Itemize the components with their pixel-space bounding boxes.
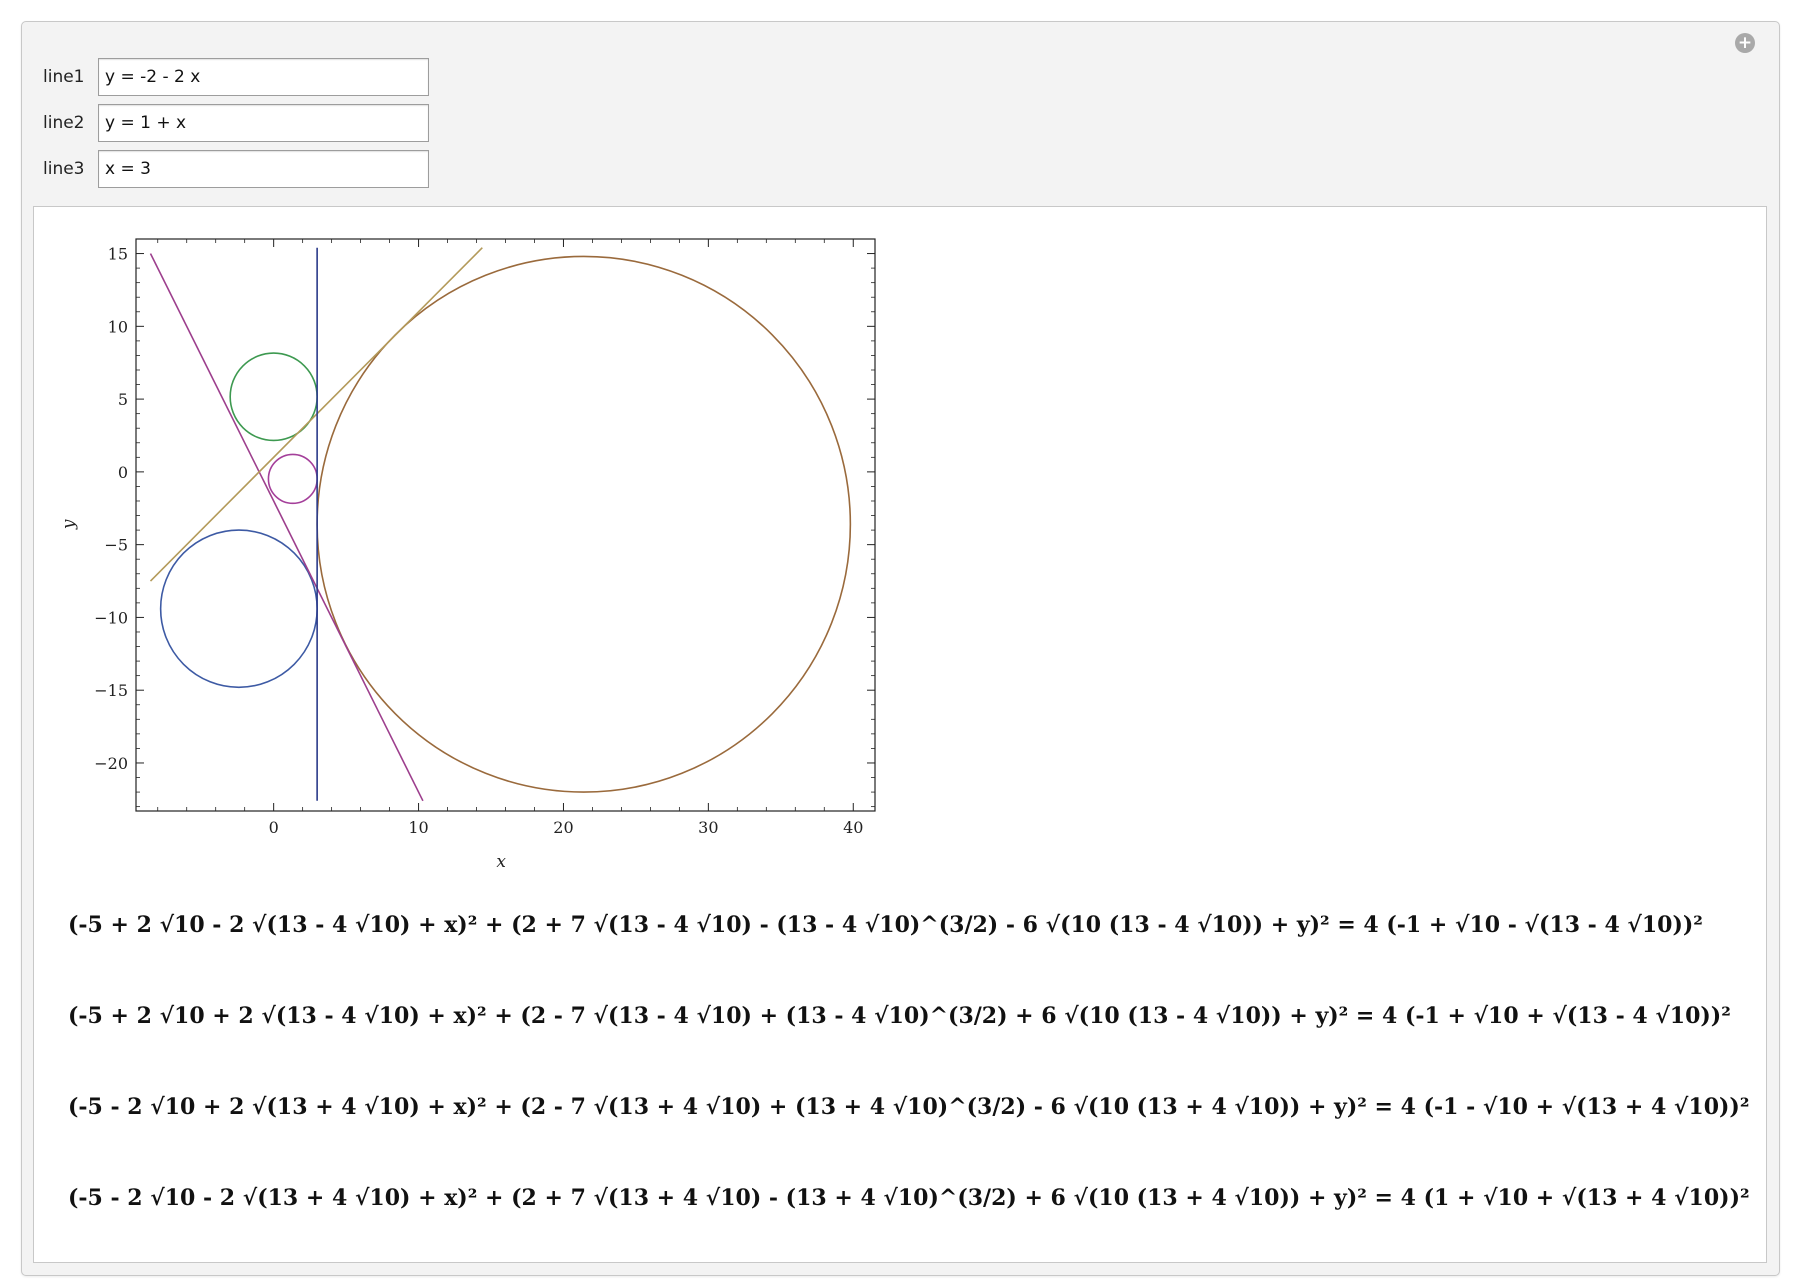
equation-row: (-5 + 2 √10 + 2 √(13 - 4 √10) + x)² + (2… <box>68 1003 1731 1029</box>
plus-circle-icon[interactable]: + <box>1735 33 1755 53</box>
line2-label: line2 <box>43 113 85 133</box>
x-tick-label: 30 <box>698 818 718 837</box>
y-axis-label: y <box>59 519 79 530</box>
equation-row: (-5 - 2 √10 - 2 √(13 + 4 √10) + x)² + (2… <box>68 1185 1750 1211</box>
line1-series <box>149 253 424 802</box>
y-tick-label: −20 <box>94 754 128 773</box>
purple-circle <box>267 453 318 505</box>
x-tick-label: 40 <box>843 818 863 837</box>
x-tick-label: 10 <box>408 818 428 837</box>
x-axis-label: x <box>496 852 506 872</box>
line3-label: line3 <box>43 159 85 179</box>
y-tick-label: 5 <box>118 390 128 409</box>
incircle-plot: 0 10 20 30 40 15 10 5 0 −5 −10 −15 −20 x y <box>59 238 876 872</box>
y-tick-label: −10 <box>94 608 128 627</box>
equation-row: (-5 - 2 √10 + 2 √(13 + 4 √10) + x)² + (2… <box>68 1094 1750 1120</box>
y-tick-label: −5 <box>104 536 128 555</box>
y-tick-label: 10 <box>108 317 128 336</box>
line2-input[interactable] <box>98 104 429 142</box>
y-tick-label: −15 <box>94 681 128 700</box>
x-tick-label: 20 <box>553 818 573 837</box>
blue-circle <box>159 529 318 689</box>
brown-circle <box>316 255 852 793</box>
plot-frame <box>135 238 876 812</box>
line3-input[interactable] <box>98 150 429 188</box>
line1-label: line1 <box>43 67 85 87</box>
line1-input[interactable] <box>98 58 429 96</box>
x-tick-label: 0 <box>269 818 279 837</box>
y-tick-label: 0 <box>118 463 128 482</box>
circle-equations: (-5 + 2 √10 - 2 √(13 - 4 √10) + x)² + (2… <box>68 880 1768 1244</box>
y-tick-label: 15 <box>108 245 128 264</box>
equation-row: (-5 + 2 √10 - 2 √(13 - 4 √10) + x)² + (2… <box>68 912 1703 938</box>
